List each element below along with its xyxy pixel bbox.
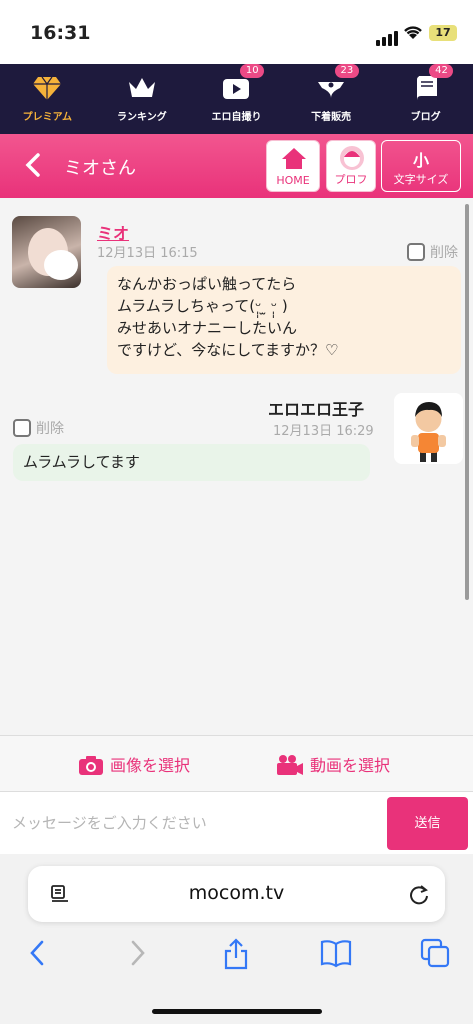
message-input[interactable]	[0, 792, 380, 854]
nav-label: プレミアム	[22, 112, 72, 123]
send-button[interactable]: 送信	[387, 797, 468, 850]
nav-badge: 10	[240, 64, 265, 78]
nav-item-underwear[interactable]: 23 下着販売	[284, 64, 379, 134]
select-video-label: 動画を選択	[310, 756, 391, 775]
font-size-button[interactable]: 小 文字サイズ	[381, 140, 461, 192]
crown-icon	[128, 78, 155, 97]
wifi-icon	[404, 26, 422, 39]
boy-avatar-icon	[411, 402, 446, 462]
outgoing-message-bubble: ムラムラしてます	[13, 444, 370, 481]
select-image-button[interactable]: 画像を選択	[78, 752, 190, 776]
video-camera-icon	[277, 755, 303, 775]
back-icon[interactable]	[26, 938, 48, 968]
delete-label: 削除	[430, 245, 458, 261]
home-button[interactable]: HOME	[266, 140, 320, 192]
avatar-self[interactable]	[394, 393, 463, 464]
address-bar[interactable]: mocom.tv	[28, 866, 445, 922]
select-image-label: 画像を選択	[110, 756, 191, 775]
nav-badge: 42	[429, 64, 454, 78]
status-bar: 16:31 17	[0, 0, 473, 64]
diamond-icon	[33, 76, 62, 100]
book-icon	[416, 76, 437, 100]
page-title: ミオさん	[64, 158, 136, 179]
profile-icon	[340, 146, 364, 170]
incoming-message-bubble: なんかおっぱい触ってたら ムラムラしちゃって(ᵕ̩̩ ̫ ᵕ̩̩ ) みせあいオ…	[107, 266, 461, 374]
nav-badge: 23	[334, 64, 359, 78]
nav-label: エロ自撮り	[211, 112, 262, 123]
message-time: 12月13日 16:29	[273, 424, 374, 439]
delete-checkbox[interactable]: 削除	[407, 242, 458, 262]
underwear-icon	[318, 82, 345, 98]
scrollbar[interactable]	[465, 204, 469, 600]
profile-label: プロフ	[334, 173, 368, 186]
bookmarks-icon[interactable]	[320, 938, 352, 968]
reload-icon[interactable]	[408, 883, 430, 905]
message-time: 12月13日 16:15	[97, 246, 198, 261]
house-icon	[282, 148, 306, 169]
delete-label: 削除	[36, 421, 64, 437]
home-label: HOME	[276, 174, 310, 187]
spacer	[0, 690, 473, 736]
url-domain: mocom.tv	[188, 882, 285, 904]
back-chevron-icon[interactable]	[20, 150, 48, 180]
top-nav: プレミアム ランキング 10 エロ自撮り 23 下着販売 42 ブログ	[0, 64, 473, 134]
nav-item-selfie[interactable]: 10 エロ自撮り	[189, 64, 284, 134]
nav-label: ブログ	[410, 112, 441, 123]
camera-icon	[79, 756, 103, 775]
play-icon	[223, 79, 250, 99]
nav-label: 下着販売	[311, 112, 352, 123]
browser-toolbar: mocom.tv	[0, 854, 473, 1024]
home-indicator	[152, 1009, 322, 1014]
tabs-icon[interactable]	[420, 938, 450, 968]
signal-icon	[376, 27, 400, 46]
forward-icon[interactable]	[127, 938, 149, 968]
delete-checkbox[interactable]: 削除	[13, 418, 64, 438]
nav-label: ランキング	[117, 112, 167, 123]
checkbox-icon	[407, 243, 425, 261]
profile-button[interactable]: プロフ	[326, 140, 376, 192]
nav-item-blog[interactable]: 42 ブログ	[378, 64, 473, 134]
media-row: 画像を選択 動画を選択	[0, 736, 473, 792]
sender-name-mio[interactable]: ミオ	[97, 220, 129, 244]
nav-item-ranking[interactable]: ランキング	[95, 64, 190, 134]
message-input-row: 送信	[0, 792, 473, 854]
status-time: 16:31	[30, 22, 91, 44]
font-size-label: 文字サイズ	[393, 173, 449, 186]
nav-item-premium[interactable]: プレミアム	[0, 64, 95, 134]
chat-header: ミオさん HOME プロフ 小 文字サイズ	[0, 134, 473, 198]
share-icon[interactable]	[222, 938, 250, 970]
battery-icon: 17	[429, 25, 457, 41]
sender-name-self: エロエロ王子	[268, 400, 365, 419]
avatar-mio[interactable]	[12, 216, 81, 288]
font-size-value: 小	[412, 151, 429, 170]
checkbox-icon	[13, 419, 31, 437]
select-video-button[interactable]: 動画を選択	[276, 752, 390, 776]
